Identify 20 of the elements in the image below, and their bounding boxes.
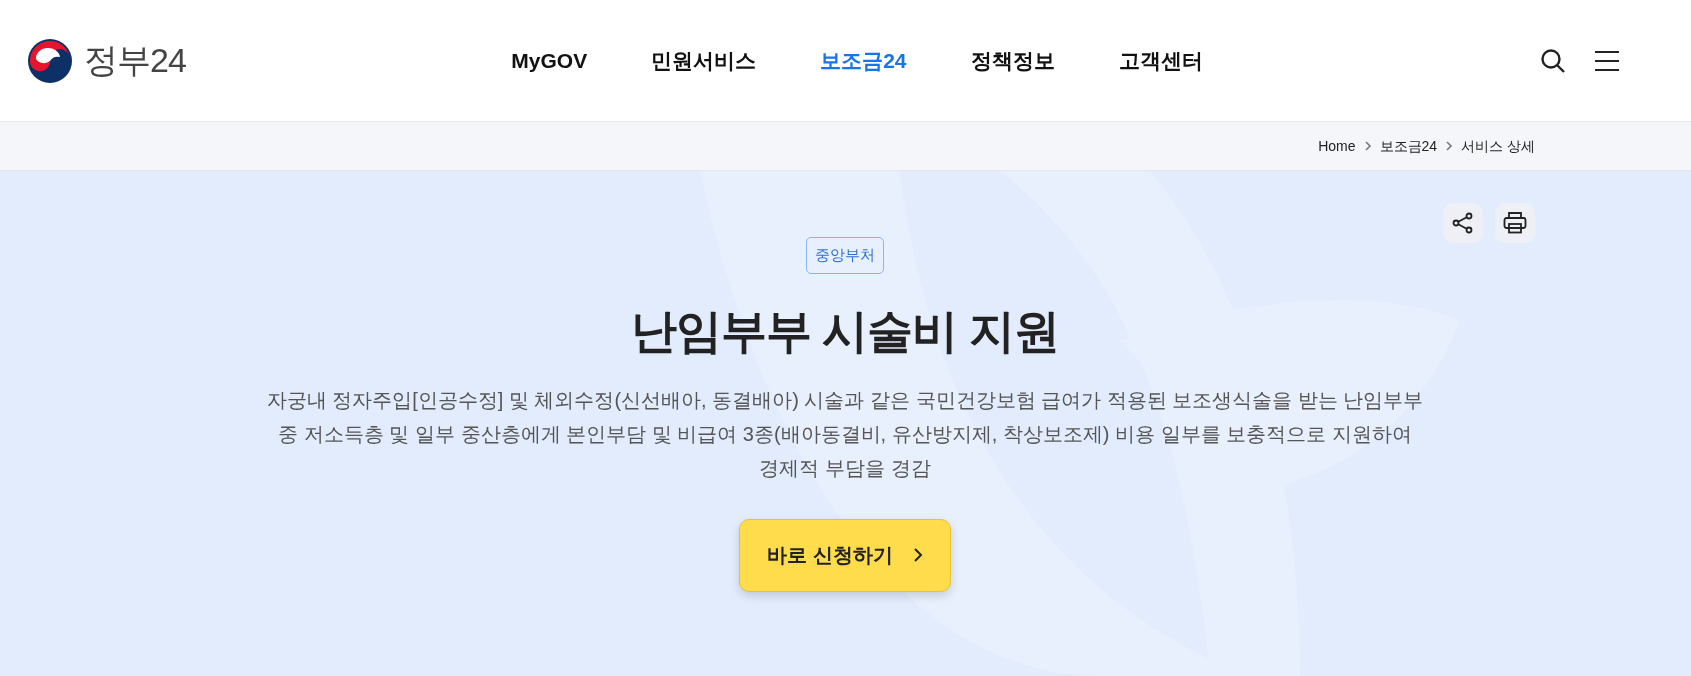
nav-tab[interactable]: MyGOV [511,44,588,77]
breadcrumb-current: 서비스 상세 [1461,136,1535,156]
share-button[interactable] [1443,203,1483,243]
chevron-right-icon [1445,140,1454,152]
chevron-right-icon [1363,140,1372,152]
nav-tab[interactable]: 정책정보 [970,44,1055,77]
category-badge: 중앙부처 [806,237,884,274]
chevron-right-icon [912,547,923,564]
print-button[interactable] [1495,203,1535,243]
breadcrumb-link[interactable]: 보조금24 [1379,135,1438,157]
nav-tab[interactable]: 보조금24 [820,44,907,77]
service-description: 자궁내 정자주입[인공수정] 및 체외수정(신선배아, 동결배아) 시술과 같은 국민건강보험 급여가 적용된 보조생식술을 받는 난임부부 중 저소득층 및 일부 중산층에게 본인부담 및 비급여 3종(배아동결비, 유산방지제, 착상보조제) 비용 일부를 보충적으로 지원하여 경제적 부담을 경감 [265,387,1425,481]
apply-button[interactable]: 바로 신청하기 [739,518,951,592]
logo[interactable]: 정부24 [26,35,186,86]
printer-icon [1503,212,1527,234]
nav-tab[interactable]: 민원서비스 [651,44,757,77]
breadcrumb-link[interactable]: Home [1318,135,1356,157]
share-icon [1452,212,1474,234]
page-title: 난임부부 시술비 지원 [629,303,1061,359]
nav-tab[interactable]: 고객센터 [1118,44,1203,77]
